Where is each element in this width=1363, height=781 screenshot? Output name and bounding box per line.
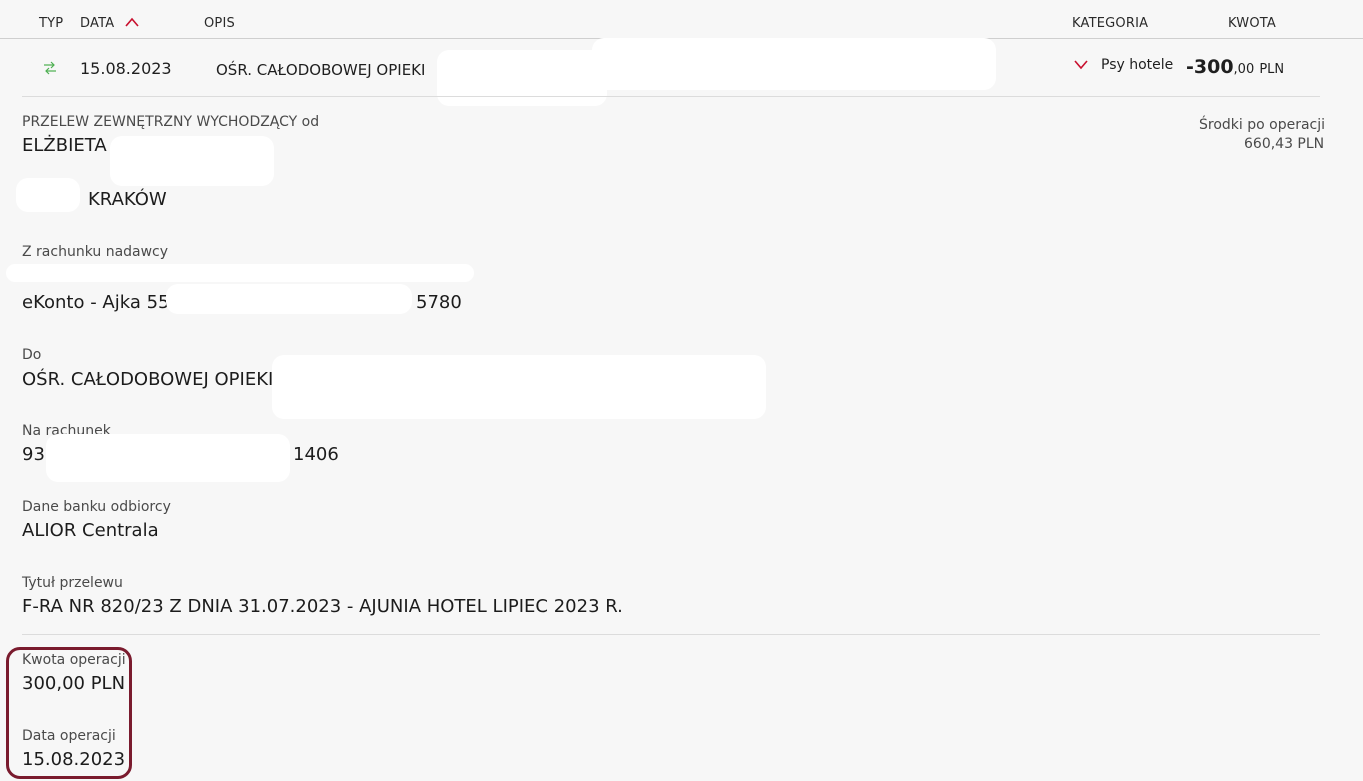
transaction-description: OŚR. CAŁODOBOWEJ OPIEKI — [216, 61, 426, 79]
redaction — [437, 50, 607, 106]
redaction — [592, 38, 996, 90]
to-account-end: 1406 — [293, 444, 339, 465]
bank-label: Dane banku odbiorcy — [22, 499, 171, 515]
transaction-date: 15.08.2023 — [80, 59, 172, 78]
redaction — [6, 264, 474, 282]
sender-name: ELŻBIETA — [22, 135, 107, 156]
from-account-end: 5780 — [416, 292, 462, 313]
details-divider — [22, 634, 1320, 635]
balance-label: Środki po operacji — [1199, 117, 1326, 133]
transfer-type-label: PRZELEW ZEWNĘTRZNY WYCHODZĄCY od — [22, 114, 320, 130]
redaction — [16, 178, 80, 212]
column-header-typ: TYP — [39, 16, 64, 31]
to-name: OŚR. CAŁODOBOWEJ OPIEKI — [22, 369, 274, 390]
to-account-start: 93 — [22, 444, 45, 465]
redaction — [46, 434, 290, 482]
amount-main: -300 — [1186, 56, 1234, 78]
column-header-data[interactable]: DATA — [80, 16, 139, 31]
amount-currency: PLN — [1259, 62, 1285, 77]
column-header-kwota: KWOTA — [1228, 16, 1276, 31]
transfer-arrows-icon — [44, 61, 56, 75]
row-divider — [22, 96, 1320, 97]
from-account-name: eKonto - Ajka 55 — [22, 292, 170, 313]
highlight-outline — [6, 647, 132, 779]
redaction — [166, 284, 412, 314]
title-value: F-RA NR 820/23 Z DNIA 31.07.2023 - AJUNI… — [22, 596, 623, 617]
transaction-amount: -300,00 PLN — [1186, 56, 1284, 78]
bank-value: ALIOR Centrala — [22, 520, 159, 541]
category-label[interactable]: Psy hotele — [1101, 57, 1173, 73]
sender-city: KRAKÓW — [88, 189, 167, 210]
column-header-data-label: DATA — [80, 16, 115, 31]
to-label: Do — [22, 347, 42, 363]
chevron-down-icon[interactable] — [1074, 60, 1088, 70]
column-header-kategoria: KATEGORIA — [1072, 16, 1149, 31]
redaction — [110, 136, 274, 186]
title-label: Tytuł przelewu — [22, 575, 123, 591]
chevron-up-icon[interactable] — [125, 17, 139, 27]
column-header-opis: OPIS — [204, 16, 235, 31]
from-account-label: Z rachunku nadawcy — [22, 244, 169, 260]
balance-value: 660,43 PLN — [1244, 136, 1325, 152]
amount-decimal: ,00 — [1233, 62, 1255, 77]
redaction — [272, 355, 766, 419]
